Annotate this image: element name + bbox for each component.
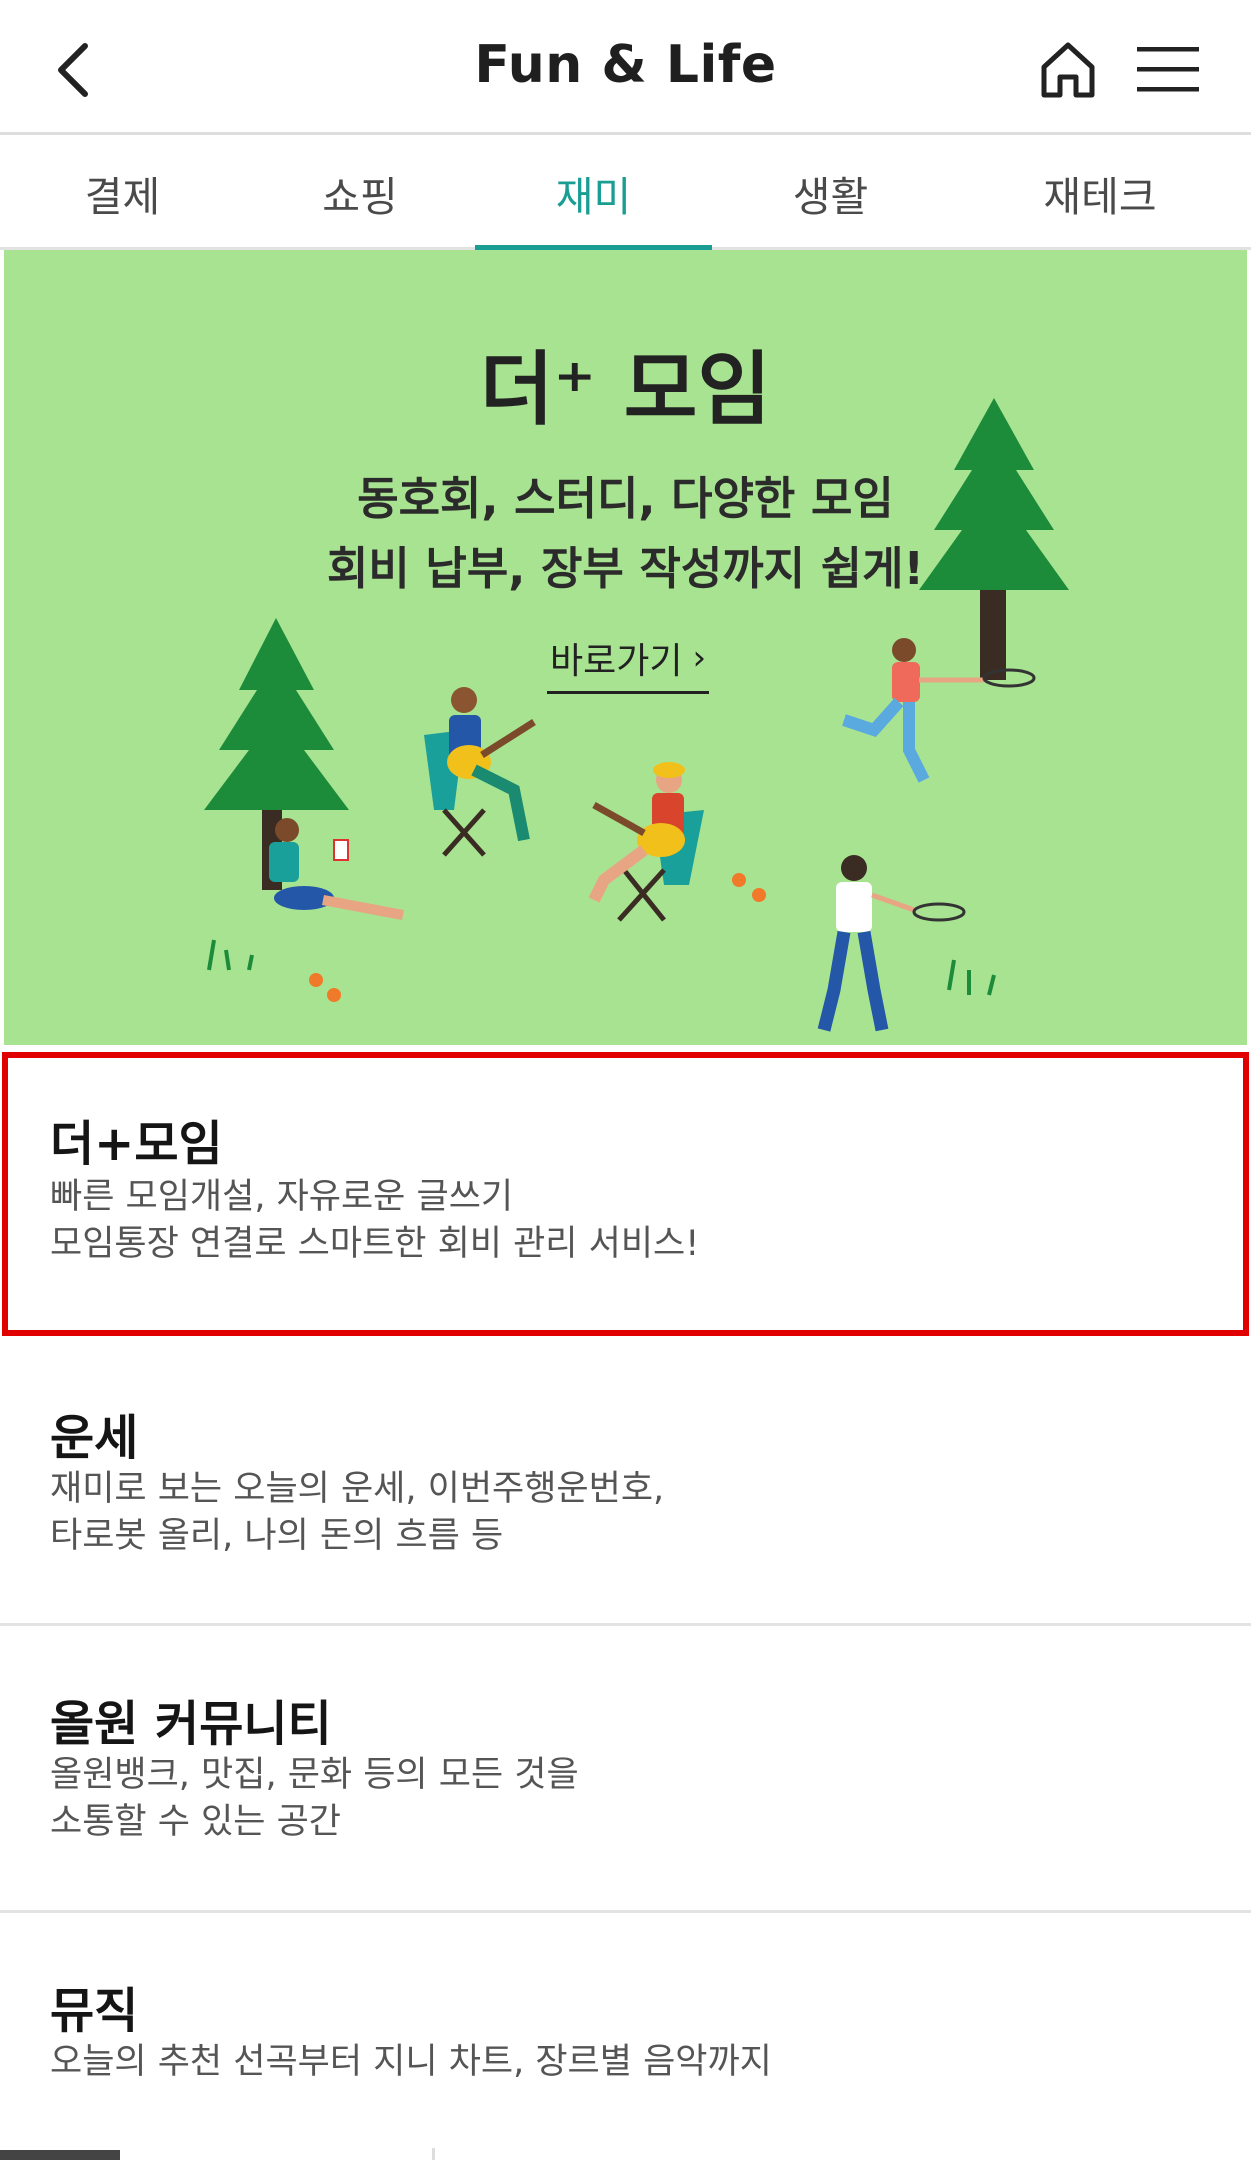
item-desc-line2: 모임통장 연결로 스마트한 회비 관리 서비스! [50, 1224, 700, 1264]
item-desc-line1: 오늘의 추천 선곡부터 지니 차트, 장르별 음악까지 [50, 2042, 772, 2082]
hamburger-menu-icon [1137, 47, 1199, 92]
banner-shortcut-link[interactable]: 바로가기 › [547, 624, 709, 694]
item-title: 올원 커뮤니티 [50, 1696, 332, 1752]
category-tabs: 결제 쇼핑 재미 생활 재테크 [0, 138, 1251, 250]
item-desc-line2: 소통할 수 있는 공간 [50, 1802, 341, 1842]
menu-button[interactable] [1130, 30, 1206, 110]
tab-life[interactable]: 생활 [712, 138, 949, 247]
guitar-player-2 [588, 762, 704, 922]
promo-banner[interactable]: 더⁺ 모임 동호회, 스터디, 다양한 모임 회비 납부, 장부 작성까지 쉽게… [4, 250, 1247, 1045]
tab-fun[interactable]: 재미 [475, 138, 712, 250]
list-item-meeting[interactable]: 더+모임 빠른 모임개설, 자유로운 글쓰기 모임통장 연결로 스마트한 회비 … [0, 1052, 1251, 1336]
home-icon [1041, 42, 1095, 98]
item-desc-line2: 타로봇 올리, 나의 돈의 흐름 등 [50, 1516, 504, 1556]
item-title: 뮤직 [50, 1983, 139, 2039]
item-title: 운세 [50, 1410, 139, 1466]
tab-payment[interactable]: 결제 [0, 138, 245, 247]
item-title: 더+모임 [50, 1116, 223, 1172]
chevron-right-icon: › [692, 637, 707, 678]
item-desc-line1: 재미로 보는 오늘의 운세, 이번주행운번호, [50, 1469, 665, 1509]
tab-finance[interactable]: 재테크 [949, 138, 1251, 247]
list-item-fortune[interactable]: 운세 재미로 보는 오늘의 운세, 이번주행운번호, 타로봇 올리, 나의 돈의… [0, 1340, 1251, 1622]
tab-shopping[interactable]: 쇼핑 [245, 138, 475, 247]
app-header: Fun & Life [0, 0, 1251, 135]
banner-subtitle-line2: 회비 납부, 장부 작성까지 쉽게! [326, 542, 925, 595]
woman-sitting-figure [269, 818, 404, 920]
banner-link-label: 바로가기 [549, 640, 683, 682]
home-button[interactable] [1030, 28, 1106, 112]
item-desc-line1: 빠른 모임개설, 자유로운 글쓰기 [50, 1177, 514, 1217]
badminton-player-2 [817, 855, 966, 1032]
item-desc-line1: 올원뱅크, 맛집, 문화 등의 모든 것을 [50, 1755, 579, 1795]
banner-title: 더⁺ 모임 [480, 343, 771, 436]
banner-subtitle-line1: 동호회, 스터디, 다양한 모임 [357, 472, 894, 525]
bottom-divider [432, 2148, 435, 2160]
bottom-tab-indicator [0, 2150, 120, 2160]
guitar-player-1 [424, 687, 536, 857]
list-item-community[interactable]: 올원 커뮤니티 올원뱅크, 맛집, 문화 등의 모든 것을 소통할 수 있는 공… [0, 1626, 1251, 1910]
list-item-music[interactable]: 뮤직 오늘의 추천 선곡부터 지니 차트, 장르별 음악까지 [0, 1913, 1251, 2148]
